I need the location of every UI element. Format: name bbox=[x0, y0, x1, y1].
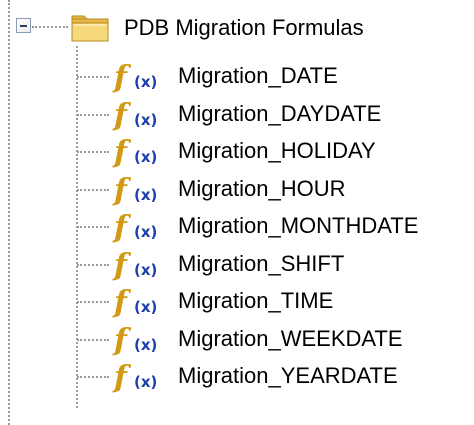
minus-icon bbox=[20, 25, 27, 27]
formula-item[interactable]: f (x) Migration_DAYDATE bbox=[110, 98, 474, 132]
formula-icon: f (x) bbox=[112, 360, 156, 394]
svg-text:f: f bbox=[112, 98, 132, 132]
svg-text:(x): (x) bbox=[134, 298, 156, 316]
tree-connector-item bbox=[77, 226, 109, 228]
formula-icon: f (x) bbox=[112, 323, 156, 357]
svg-text:(x): (x) bbox=[134, 186, 156, 204]
svg-text:f: f bbox=[112, 285, 132, 319]
svg-text:(x): (x) bbox=[134, 261, 156, 279]
tree-connector-item bbox=[77, 339, 109, 341]
formula-icon: f (x) bbox=[112, 248, 156, 282]
formula-icon: f (x) bbox=[112, 210, 156, 244]
formula-item[interactable]: f (x) Migration_DATE bbox=[110, 60, 474, 94]
formula-item-label: Migration_WEEKDATE bbox=[178, 326, 403, 351]
tree-connector-item bbox=[77, 376, 109, 378]
svg-text:f: f bbox=[112, 323, 132, 357]
svg-text:(x): (x) bbox=[134, 373, 156, 391]
formula-item[interactable]: f (x) Migration_WEEKDATE bbox=[110, 323, 474, 357]
svg-text:(x): (x) bbox=[134, 336, 156, 354]
tree-connector-item bbox=[77, 189, 109, 191]
tree-connector-item bbox=[77, 76, 109, 78]
svg-text:(x): (x) bbox=[134, 223, 156, 241]
tree-connector-root bbox=[32, 26, 68, 28]
svg-text:f: f bbox=[112, 248, 132, 282]
formula-icon: f (x) bbox=[112, 60, 156, 94]
svg-text:(x): (x) bbox=[134, 148, 156, 166]
svg-text:(x): (x) bbox=[134, 111, 156, 129]
tree-connector-item bbox=[77, 114, 109, 116]
tree-connector-item bbox=[77, 151, 109, 153]
formula-item-label: Migration_MONTHDATE bbox=[178, 213, 419, 238]
tree-connector-item bbox=[77, 301, 109, 303]
formula-item[interactable]: f (x) Migration_HOUR bbox=[110, 173, 474, 207]
formula-item[interactable]: f (x) Migration_TIME bbox=[110, 285, 474, 319]
folder-icon bbox=[71, 15, 109, 42]
formula-icon: f (x) bbox=[112, 173, 156, 207]
formula-item-label: Migration_YEARDATE bbox=[178, 363, 398, 388]
svg-text:f: f bbox=[112, 173, 132, 207]
tree-connector-item bbox=[77, 264, 109, 266]
formula-item-label: Migration_HOLIDAY bbox=[178, 138, 376, 163]
formula-tree: PDB Migration Formulas f (x) Migration_DAT… bbox=[0, 0, 474, 425]
formula-item[interactable]: f (x) Migration_YEARDATE bbox=[110, 360, 474, 394]
formula-item[interactable]: f (x) Migration_SHIFT bbox=[110, 248, 474, 282]
svg-text:f: f bbox=[112, 360, 132, 394]
formula-item-label: Migration_DAYDATE bbox=[178, 101, 382, 126]
formula-item[interactable]: f (x) Migration_MONTHDATE bbox=[110, 210, 474, 244]
tree-connector-outer bbox=[8, 0, 10, 425]
formula-item[interactable]: f (x) Migration_HOLIDAY bbox=[110, 135, 474, 169]
formula-item-label: Migration_SHIFT bbox=[178, 251, 345, 276]
formula-item-label: Migration_TIME bbox=[178, 288, 334, 313]
formula-item-label: Migration_DATE bbox=[178, 63, 338, 88]
formula-icon: f (x) bbox=[112, 285, 156, 319]
svg-text:f: f bbox=[112, 60, 132, 94]
collapse-toggle-button[interactable] bbox=[16, 18, 31, 33]
formula-icon: f (x) bbox=[112, 135, 156, 169]
svg-text:f: f bbox=[112, 135, 132, 169]
formula-item-label: Migration_HOUR bbox=[178, 176, 346, 201]
svg-text:(x): (x) bbox=[134, 73, 156, 91]
formula-icon: f (x) bbox=[112, 98, 156, 132]
tree-root-label[interactable]: PDB Migration Formulas bbox=[124, 14, 364, 42]
svg-text:f: f bbox=[112, 210, 132, 244]
